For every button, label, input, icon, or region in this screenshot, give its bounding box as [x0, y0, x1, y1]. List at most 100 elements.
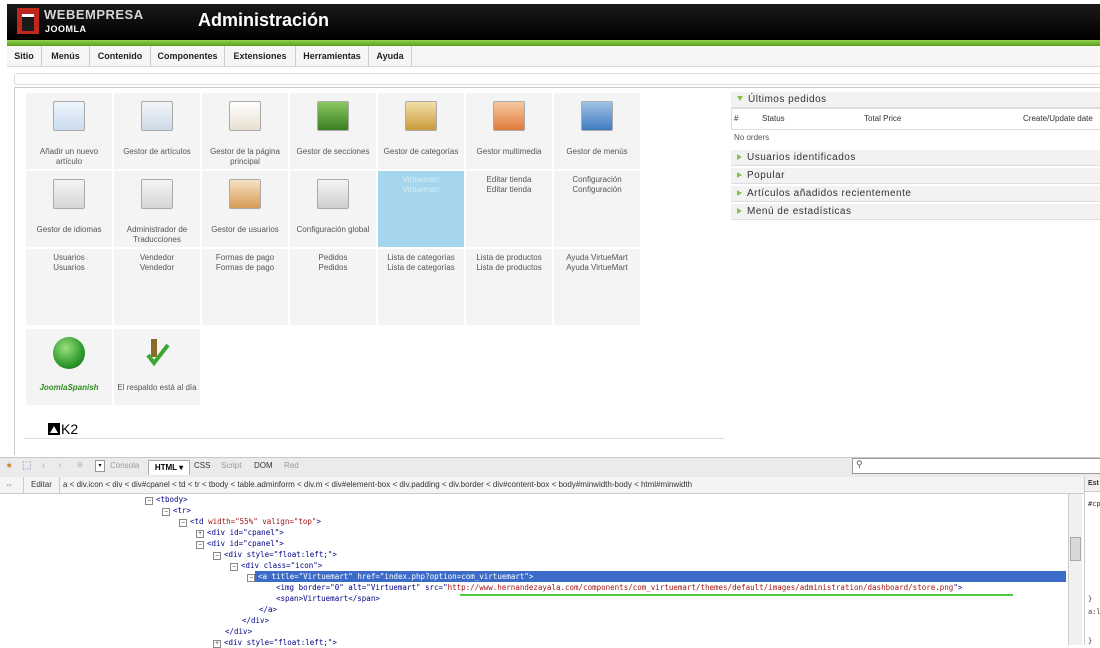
cpanel-vendor[interactable]: Vendedor Vendedor — [113, 248, 201, 326]
node-text: <div id="cpanel"> — [207, 528, 284, 537]
cpanel-backup[interactable]: El respaldo está al día — [113, 328, 201, 406]
cpanel-label: Formas de pago — [215, 253, 275, 262]
k2-label: K2 — [61, 421, 79, 437]
tab-dom[interactable]: DOM — [254, 461, 273, 470]
cpanel-label: Gestor de idiomas — [36, 225, 102, 234]
cpanel-label: Configuración global — [296, 225, 370, 234]
tree-node[interactable]: </div> — [242, 615, 269, 626]
menu-item-menus[interactable]: Menús — [42, 46, 90, 66]
cpanel-frontpage-manager[interactable]: Gestor de la página principal — [201, 92, 289, 170]
edit-button[interactable]: Editar — [23, 477, 60, 493]
cpanel-media-manager[interactable]: Gestor multimedia — [465, 92, 553, 170]
tree-node[interactable]: − <tbody> — [145, 494, 188, 505]
inspect-icon[interactable]: ⬚ — [22, 460, 31, 471]
html-tree: − <tbody> − <tr> − <td width="55%" valign="… — [0, 494, 1084, 648]
tree-node[interactable]: − <div class="icon"> — [230, 560, 322, 571]
collapsed-arrow-icon — [737, 190, 742, 196]
cpanel-article-manager[interactable]: Gestor de artículos — [113, 92, 201, 170]
cpanel-category-list[interactable]: Lista de categorías Lista de categorías — [377, 248, 465, 326]
backup-check-icon — [142, 337, 172, 367]
node-text: "> — [953, 583, 963, 592]
tree-node-selected[interactable]: − <a title="Virtuemart" href="index.php?o… — [247, 571, 533, 582]
cpanel-menu-manager[interactable]: Gestor de menús — [553, 92, 641, 170]
cpanel-edit-store[interactable]: Editar tienda Editar tienda — [465, 170, 553, 248]
toolbar-box — [14, 73, 1100, 85]
dropdown-icon[interactable]: ▾ — [95, 460, 105, 472]
list-icon[interactable]: ≡ — [77, 460, 83, 471]
tree-node[interactable]: − <div style="float:left;"> — [213, 549, 337, 560]
node-attr: http://www.hernandezayala.com/components… — [447, 583, 954, 592]
node-text: <div style="float:left;"> — [224, 550, 337, 559]
url-underline — [460, 594, 1013, 596]
tree-node[interactable]: <img border="0" alt="Virtuemart" src="ht… — [276, 582, 962, 593]
tab-net[interactable]: Red — [284, 461, 299, 470]
tree-node[interactable]: </div> — [225, 626, 252, 637]
tree-node[interactable]: <span>Virtuemart</span> — [276, 593, 380, 604]
cpanel-payment-methods[interactable]: Formas de pago Formas de pago — [201, 248, 289, 326]
html-tree-scrollbar[interactable] — [1068, 494, 1082, 645]
cpanel-orders[interactable]: Pedidos Pedidos — [289, 248, 377, 326]
cpanel-joomlaspanish[interactable]: JoomlaSpanish — [25, 328, 113, 406]
tab-html[interactable]: HTML ▾ — [148, 460, 190, 475]
menu-item-componentes[interactable]: Componentes — [151, 46, 225, 66]
node-text: <td — [190, 517, 209, 526]
tree-node[interactable]: − <td width="55%" valign="top"> — [179, 516, 321, 527]
tree-node[interactable]: − <div id="cpanel"> — [196, 538, 284, 549]
collapse-icon: − — [247, 574, 255, 582]
menu-item-extensiones[interactable]: Extensiones — [225, 46, 296, 66]
k2-mountain-icon — [48, 423, 60, 435]
tab-css[interactable]: CSS — [194, 461, 210, 470]
panel-recent-articles[interactable]: Artículos añadidos recientemente — [731, 186, 1100, 202]
back-icon[interactable]: ‹ — [42, 460, 45, 471]
collapse-icon: − — [230, 563, 238, 571]
panel-logged-users[interactable]: Usuarios identificados — [731, 150, 1100, 166]
cpanel-users[interactable]: Usuarios Usuarios — [25, 248, 113, 326]
menu-item-sitio[interactable]: Sitio — [7, 46, 42, 66]
expand-icon[interactable]: ⇔ — [5, 477, 13, 493]
side-code: } — [1088, 637, 1093, 645]
side-panel-tab[interactable]: Est — [1085, 477, 1100, 492]
tree-node[interactable]: + <div style="float:left;"> — [213, 637, 337, 648]
tree-node[interactable]: </a> — [259, 604, 277, 615]
menu-item-contenido[interactable]: Contenido — [90, 46, 151, 66]
cpanel-alt-label: Lista de categorías — [387, 263, 455, 272]
cpanel-alt-label: Editar tienda — [486, 185, 532, 194]
cpanel-product-list[interactable]: Lista de productos Lista de productos — [465, 248, 553, 326]
node-text: <tr> — [173, 506, 192, 515]
cpanel-label: Gestor de menús — [566, 147, 628, 156]
forward-icon[interactable]: › — [58, 460, 61, 471]
cpanel-add-article[interactable]: Añadir un nuevo artículo — [25, 92, 113, 170]
cpanel-virtuemart-help[interactable]: Ayuda VirtueMart Ayuda VirtueMart — [553, 248, 641, 326]
tab-console[interactable]: Consola — [110, 461, 139, 470]
k2-logo[interactable]: K2 — [48, 421, 88, 437]
cpanel-user-manager[interactable]: Gestor de usuarios — [201, 170, 289, 248]
firebug-search-input[interactable]: ⚲ — [852, 458, 1100, 474]
section-manager-icon — [317, 101, 349, 131]
cpanel-translation-manager[interactable]: Administrador de Traducciones — [113, 170, 201, 248]
panel-popular[interactable]: Popular — [731, 168, 1100, 184]
menu-item-herramientas[interactable]: Herramientas — [296, 46, 369, 66]
cpanel-category-manager[interactable]: Gestor de categorías — [377, 92, 465, 170]
tree-node[interactable]: + <div id="cpanel"> — [196, 527, 284, 538]
panel-title: Usuarios identificados — [747, 152, 856, 163]
cpanel-store-config[interactable]: Configuración Configuración — [553, 170, 641, 248]
tab-script[interactable]: Script — [221, 461, 241, 470]
tree-node[interactable]: − <tr> — [162, 505, 191, 516]
panel-stats-menu[interactable]: Menú de estadísticas — [731, 204, 1100, 220]
cpanel-alt-label: Ayuda VirtueMart — [566, 263, 628, 272]
brand-name: WEBEMPRESA — [44, 7, 144, 22]
firebug-bug-icon[interactable]: ✶ — [5, 461, 13, 472]
panel-latest-orders[interactable]: Últimos pedidos — [731, 92, 1100, 108]
breadcrumb[interactable]: a < div.icon < div < div#cpanel < td < t… — [63, 477, 692, 493]
cpanel-virtuemart[interactable]: Virtuemart Virtuemart — [377, 170, 465, 248]
cpanel-language-manager[interactable]: Gestor de idiomas — [25, 170, 113, 248]
cpanel-label: Gestor multimedia — [476, 147, 542, 156]
scrollbar-thumb[interactable] — [1070, 537, 1081, 561]
cpanel-section-manager[interactable]: Gestor de secciones — [289, 92, 377, 170]
menu-item-ayuda[interactable]: Ayuda — [369, 46, 412, 66]
collapse-icon: − — [145, 497, 153, 505]
divider — [24, 438, 724, 439]
node-text: <span>Virtuemart</span> — [276, 594, 380, 603]
joomla-logo-icon — [17, 8, 39, 34]
cpanel-global-config[interactable]: Configuración global — [289, 170, 377, 248]
